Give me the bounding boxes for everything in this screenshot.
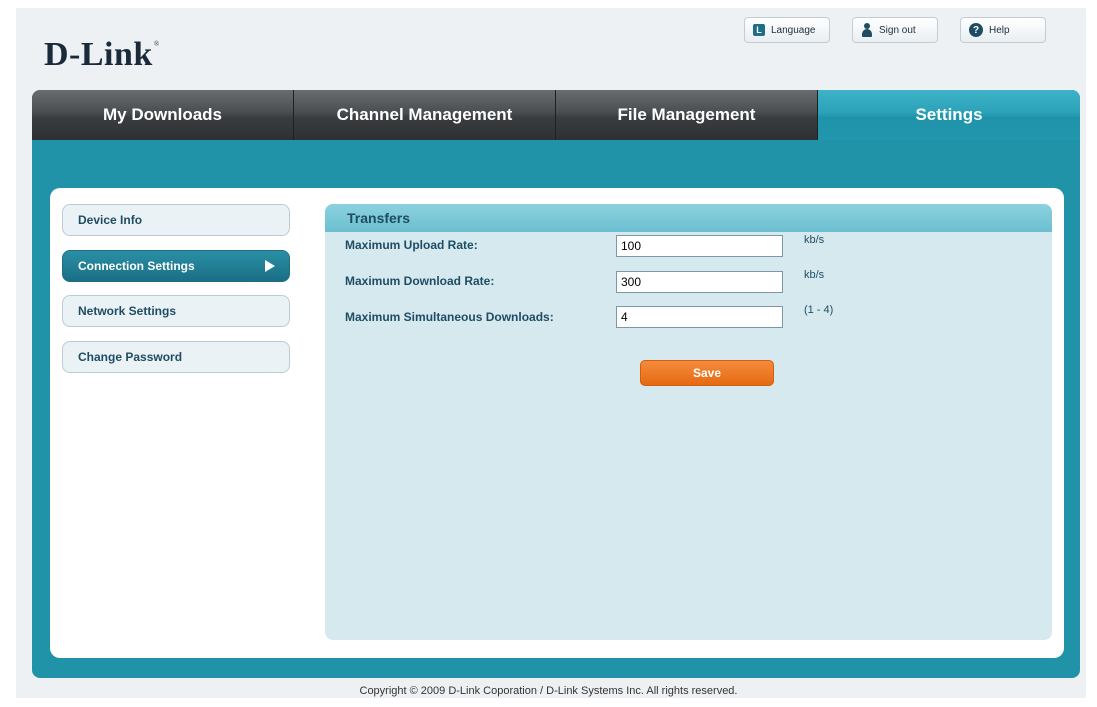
language-label: Language [771,24,816,36]
sidebar-item-network-settings[interactable]: Network Settings [62,295,290,327]
language-button[interactable]: L Language [744,17,830,43]
upload-rate-input[interactable] [616,235,783,257]
tab-file-management[interactable]: File Management [556,90,818,140]
tab-my-downloads[interactable]: My Downloads [32,90,294,140]
language-icon: L [753,24,765,36]
main-panel: My Downloads Channel Management File Man… [32,90,1080,678]
dlink-logo: D-Link® [44,36,160,73]
arrow-right-icon [265,260,275,272]
download-rate-label: Maximum Download Rate: [345,274,495,288]
upload-rate-label: Maximum Upload Rate: [345,238,478,252]
sidebar-item-label: Change Password [78,350,183,364]
simultaneous-downloads-range: (1 - 4) [804,304,834,316]
download-rate-input[interactable] [616,271,783,293]
sidebar-item-label: Device Info [78,213,143,227]
sidebar-item-device-info[interactable]: Device Info [62,204,290,236]
tab-channel-management[interactable]: Channel Management [294,90,556,140]
user-icon [861,23,873,37]
sidebar-item-change-password[interactable]: Change Password [62,341,290,373]
transfers-header: Transfers [325,204,1052,232]
signout-button[interactable]: Sign out [852,17,938,43]
transfers-panel: Transfers Maximum Upload Rate: kb/s Maxi… [325,204,1052,640]
sidebar-item-label: Network Settings [78,304,177,318]
section-title: Transfers [347,210,411,226]
tab-settings[interactable]: Settings [818,90,1080,140]
save-button[interactable]: Save [640,360,774,386]
download-rate-unit: kb/s [804,269,825,281]
simultaneous-downloads-label: Maximum Simultaneous Downloads: [345,310,554,324]
help-label: Help [989,24,1010,36]
help-button[interactable]: ? Help [960,17,1046,43]
upload-rate-unit: kb/s [804,234,825,246]
tab-bar: My Downloads Channel Management File Man… [32,90,1080,140]
help-icon: ? [969,23,983,37]
settings-content-area: Device Info Connection Settings Network … [50,188,1064,658]
sidebar-item-label: Connection Settings [78,259,195,273]
signout-label: Sign out [879,24,916,36]
simultaneous-downloads-input[interactable] [616,306,783,328]
copyright-footer: Copyright © 2009 D-Link Coporation / D-L… [359,685,738,697]
sidebar-item-connection-settings[interactable]: Connection Settings [62,250,290,282]
